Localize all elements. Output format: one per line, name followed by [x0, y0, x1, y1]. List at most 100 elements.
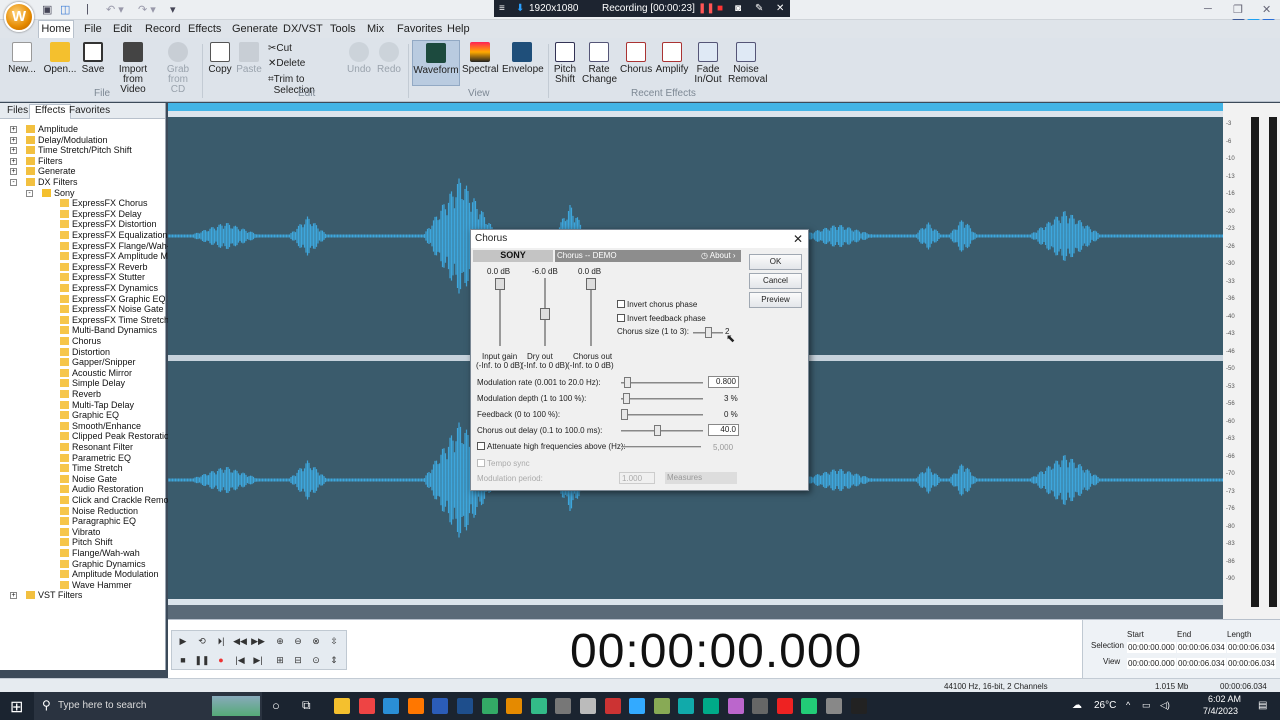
- menu-favorites[interactable]: Favorites: [397, 23, 442, 35]
- windows-start-icon[interactable]: ⊞: [10, 697, 23, 717]
- parameter-slider-thumb[interactable]: [621, 409, 628, 420]
- view-length[interactable]: 00:00:06.034: [1227, 658, 1276, 669]
- close-recording-icon[interactable]: ✕: [776, 3, 784, 14]
- menu-help[interactable]: Help: [447, 23, 470, 35]
- save-quick-icon[interactable]: ▣: [42, 3, 52, 16]
- invert-chorus-checkbox[interactable]: [617, 300, 625, 308]
- pause-icon[interactable]: ❚❚: [194, 652, 210, 668]
- cortana-icon[interactable]: ○: [272, 698, 280, 713]
- zoom-selection-icon[interactable]: ⊗: [308, 633, 324, 649]
- dialog-close-icon[interactable]: ✕: [793, 230, 803, 248]
- open-button[interactable]: Open...: [42, 42, 78, 75]
- redo-button[interactable]: Redo: [376, 42, 402, 75]
- vertical-slider-thumb[interactable]: [495, 278, 505, 290]
- edge-icon[interactable]: [383, 698, 400, 714]
- amplify-button[interactable]: Amplify: [654, 42, 690, 75]
- folder-app-icon[interactable]: [826, 698, 842, 714]
- menu-icon[interactable]: ≡: [499, 3, 505, 14]
- arrow-app-icon[interactable]: [801, 698, 818, 714]
- trim-button[interactable]: ⌗ Trim to Selection: [268, 74, 315, 96]
- rate-change-button[interactable]: Rate Change: [582, 42, 617, 85]
- expand-icon[interactable]: +: [10, 126, 17, 133]
- chorus-size-thumb[interactable]: [705, 327, 712, 338]
- view-start[interactable]: 00:00:00.000: [1127, 658, 1176, 669]
- pause-icon[interactable]: ❚❚: [698, 3, 715, 14]
- menu-effects[interactable]: Effects: [188, 23, 221, 35]
- modulation-period-value[interactable]: 1.000: [619, 472, 655, 484]
- forward-icon[interactable]: ▶▶: [250, 633, 266, 649]
- chrome-icon[interactable]: [358, 698, 375, 714]
- parameter-slider-thumb[interactable]: [653, 425, 661, 436]
- app-logo[interactable]: W: [4, 2, 34, 32]
- vertical-slider-thumb[interactable]: [540, 308, 550, 320]
- record-icon[interactable]: ●: [213, 652, 229, 668]
- expand-icon[interactable]: +: [10, 147, 17, 155]
- rewind-icon[interactable]: ◀◀: [232, 633, 248, 649]
- view-end[interactable]: 00:00:06.034: [1177, 658, 1226, 669]
- menu-generate[interactable]: Generate: [232, 23, 278, 35]
- expand-icon[interactable]: +: [10, 168, 17, 176]
- settings-icon[interactable]: [555, 698, 572, 714]
- menu-home[interactable]: Home: [38, 20, 74, 38]
- cut-button[interactable]: ✂ Cut: [268, 43, 292, 54]
- preview-button[interactable]: Preview: [749, 292, 802, 308]
- zoom-fit-vertical-icon[interactable]: ⇕: [326, 652, 342, 668]
- mic-icon[interactable]: ⬇: [516, 3, 524, 14]
- new-button[interactable]: New...: [6, 42, 38, 75]
- waveform-view-button[interactable]: Waveform: [412, 40, 460, 86]
- selection-length[interactable]: 00:00:06.034: [1227, 642, 1276, 653]
- word-icon[interactable]: [432, 698, 449, 714]
- obs-icon[interactable]: [850, 698, 867, 714]
- notification-icon[interactable]: ▤: [1258, 700, 1267, 711]
- parameter-slider[interactable]: [621, 382, 703, 384]
- menu-record[interactable]: Record: [145, 23, 180, 35]
- photos-icon[interactable]: [727, 698, 744, 714]
- collapse-icon[interactable]: -: [26, 189, 33, 197]
- collapse-icon[interactable]: -: [10, 179, 17, 186]
- vertical-slider-thumb[interactable]: [586, 278, 596, 290]
- menu-file[interactable]: File: [84, 23, 102, 35]
- tempo-sync-checkbox[interactable]: [477, 459, 485, 467]
- menu-edit[interactable]: Edit: [113, 23, 132, 35]
- stop-icon[interactable]: ■: [717, 3, 723, 14]
- envelope-view-button[interactable]: Envelope: [502, 42, 544, 75]
- weather-icon[interactable]: ☁: [1072, 700, 1082, 711]
- parameter-value-input[interactable]: 0.800: [708, 376, 739, 388]
- zoom-normal-icon[interactable]: ⊙: [308, 652, 324, 668]
- delete-button[interactable]: ✕ Delete: [268, 58, 305, 69]
- minimize-icon[interactable]: ─: [1204, 3, 1212, 15]
- zoom-fit-icon[interactable]: ⊞: [272, 652, 288, 668]
- expand-icon[interactable]: +: [10, 592, 17, 600]
- camera-icon[interactable]: ◙: [735, 3, 741, 14]
- import-video-button[interactable]: Import from Video: [110, 42, 156, 95]
- menu-mix[interactable]: Mix: [367, 23, 384, 35]
- selection-end[interactable]: 00:00:06.034: [1177, 642, 1226, 653]
- record-app-icon[interactable]: [776, 698, 793, 714]
- app-v-icon[interactable]: [457, 698, 473, 714]
- go-end-icon[interactable]: ▶|: [250, 652, 266, 668]
- video-icon[interactable]: [703, 698, 719, 714]
- paste-button[interactable]: Paste: [236, 42, 262, 75]
- parameter-slider[interactable]: [621, 430, 703, 432]
- cancel-button[interactable]: Cancel: [749, 273, 802, 289]
- about-link[interactable]: ◷ About ›: [701, 250, 736, 262]
- volume-icon[interactable]: ◁): [1160, 700, 1170, 711]
- media-icon[interactable]: [481, 698, 498, 714]
- firefox-icon[interactable]: [407, 698, 424, 714]
- selection-start[interactable]: 00:00:00.000: [1127, 642, 1176, 653]
- search-box[interactable]: ⚲ Type here to search: [34, 692, 262, 720]
- task-view-icon[interactable]: ⧉: [302, 698, 311, 713]
- parameter-value-input[interactable]: 40.0: [708, 424, 739, 436]
- undo-button[interactable]: Undo: [346, 42, 372, 75]
- parameter-slider-thumb[interactable]: [624, 377, 632, 388]
- stop-icon[interactable]: ■: [175, 652, 191, 668]
- preset-dropdown[interactable]: Chorus -- DEMO ◷ About ›: [555, 250, 741, 262]
- ok-button[interactable]: OK: [749, 254, 802, 270]
- play-icon[interactable]: ▶: [175, 633, 191, 649]
- go-start-icon[interactable]: |◀: [232, 652, 248, 668]
- rh-icon[interactable]: [604, 698, 621, 714]
- attenuate-slider[interactable]: [621, 446, 701, 448]
- expand-icon[interactable]: +: [10, 157, 17, 165]
- zoom-out-icon[interactable]: ⊖: [290, 633, 306, 649]
- spectral-view-button[interactable]: Spectral: [462, 42, 499, 75]
